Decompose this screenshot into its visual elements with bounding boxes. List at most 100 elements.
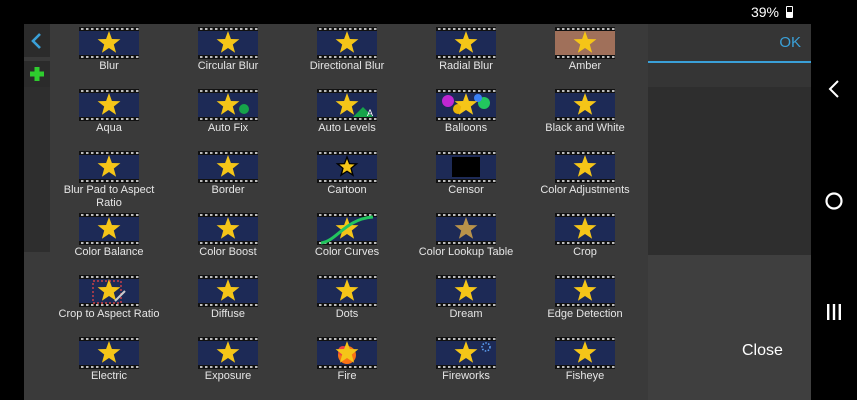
effect-thumbnail xyxy=(79,151,139,183)
effect-thumbnail xyxy=(436,151,496,183)
effect-label: Exposure xyxy=(204,370,252,382)
effect-item[interactable]: Dots xyxy=(288,272,406,334)
right-subheader xyxy=(648,63,811,87)
effect-item[interactable]: Crop xyxy=(526,210,644,272)
effect-label: Color Adjustments xyxy=(540,184,630,196)
effect-label: Amber xyxy=(568,60,602,72)
effect-item[interactable]: Balloons xyxy=(407,86,525,148)
effect-item[interactable]: Diffuse xyxy=(169,272,287,334)
effect-label: Dots xyxy=(335,308,359,320)
effect-thumbnail xyxy=(198,275,258,307)
close-button[interactable]: Close xyxy=(742,342,783,360)
effect-label: Diffuse xyxy=(210,308,246,320)
effect-label: Color Balance xyxy=(74,246,144,258)
effect-thumbnail xyxy=(79,337,139,369)
effect-item[interactable]: Radial Blur xyxy=(407,24,525,86)
effect-item[interactable]: Color Curves xyxy=(288,210,406,272)
svg-text:A: A xyxy=(367,108,373,118)
nav-back-button[interactable] xyxy=(811,69,857,109)
effect-label: Fireworks xyxy=(442,370,490,382)
effect-label: Crop xyxy=(573,246,597,258)
effect-label: Auto Levels xyxy=(318,122,376,134)
effect-item[interactable]: Fisheye xyxy=(526,334,644,396)
effect-label: Balloons xyxy=(444,122,488,134)
effect-item[interactable]: Censor xyxy=(407,148,525,210)
effect-thumbnail xyxy=(317,151,377,183)
back-button[interactable] xyxy=(24,24,50,57)
add-button[interactable] xyxy=(24,61,50,87)
effect-thumbnail: A xyxy=(317,89,377,121)
effect-thumbnail xyxy=(317,337,377,369)
effect-thumbnail xyxy=(317,213,377,245)
effect-item[interactable]: A Auto Levels xyxy=(288,86,406,148)
effect-thumbnail xyxy=(198,151,258,183)
effect-item[interactable]: Circular Blur xyxy=(169,24,287,86)
effect-thumbnail xyxy=(198,27,258,59)
effects-grid: Blur Circular Blur Directional Blur Radial … xyxy=(50,24,648,400)
effect-item[interactable]: Color Lookup Table xyxy=(407,210,525,272)
effect-item[interactable]: Blur Pad to Aspect Ratio xyxy=(50,148,168,210)
effect-label: Color Curves xyxy=(314,246,380,258)
effect-item[interactable]: Exposure xyxy=(169,334,287,396)
effect-thumbnail xyxy=(436,337,496,369)
effect-label: Fire xyxy=(337,370,357,382)
effect-label: Blur Pad to Aspect Ratio xyxy=(63,184,155,209)
effect-item[interactable]: Dream xyxy=(407,272,525,334)
preview-area xyxy=(648,87,811,255)
three-bars-icon xyxy=(827,304,841,320)
effect-item[interactable]: Edge Detection xyxy=(526,272,644,334)
effect-item[interactable]: Crop to Aspect Ratio xyxy=(50,272,168,334)
effect-thumbnail xyxy=(436,27,496,59)
effect-thumbnail xyxy=(436,213,496,245)
effect-label: Cartoon xyxy=(327,184,367,196)
effect-label: Aqua xyxy=(96,122,122,134)
effect-item[interactable]: Border xyxy=(169,148,287,210)
navigation-bar xyxy=(811,24,857,400)
effect-item[interactable]: Blur xyxy=(50,24,168,86)
effect-label: Color Boost xyxy=(199,246,257,258)
effect-item[interactable]: Fireworks xyxy=(407,334,525,396)
effect-label: Auto Fix xyxy=(207,122,249,134)
nav-home-button[interactable] xyxy=(811,181,857,221)
effect-label: Dream xyxy=(449,308,483,320)
left-toolbar xyxy=(24,24,50,400)
effect-thumbnail xyxy=(79,89,139,121)
effect-label: Color Lookup Table xyxy=(418,246,514,258)
effect-thumbnail xyxy=(436,89,496,121)
effect-item[interactable]: Aqua xyxy=(50,86,168,148)
effect-thumbnail xyxy=(555,213,615,245)
effect-label: Electric xyxy=(90,370,128,382)
effect-thumbnail xyxy=(317,275,377,307)
effect-label: Edge Detection xyxy=(547,308,623,320)
ok-button[interactable]: OK xyxy=(779,34,801,51)
effect-item[interactable]: Black and White xyxy=(526,86,644,148)
effect-item[interactable]: Auto Fix xyxy=(169,86,287,148)
circle-icon xyxy=(825,192,843,210)
plus-icon xyxy=(30,67,44,81)
nav-recents-button[interactable] xyxy=(811,292,857,332)
effect-label: Circular Blur xyxy=(197,60,259,72)
effect-item[interactable]: Cartoon xyxy=(288,148,406,210)
effect-label: Directional Blur xyxy=(309,60,385,72)
effect-item[interactable]: Color Adjustments xyxy=(526,148,644,210)
effect-thumbnail xyxy=(555,275,615,307)
effect-thumbnail xyxy=(555,151,615,183)
effect-item[interactable]: Fire xyxy=(288,334,406,396)
effect-label: Censor xyxy=(448,184,484,196)
effect-item[interactable]: Electric xyxy=(50,334,168,396)
effect-label: Radial Blur xyxy=(439,60,493,72)
effect-thumbnail xyxy=(555,27,615,59)
effect-label: Fisheye xyxy=(565,370,605,382)
effect-thumbnail xyxy=(79,275,139,307)
effect-label: Black and White xyxy=(545,122,625,134)
battery-percentage: 39% xyxy=(750,4,779,20)
effect-thumbnail xyxy=(555,337,615,369)
effect-item[interactable]: Color Boost xyxy=(169,210,287,272)
effect-item[interactable]: Color Balance xyxy=(50,210,168,272)
battery-icon xyxy=(786,6,793,18)
effect-label: Blur xyxy=(99,60,119,72)
chevron-left-icon xyxy=(828,80,839,98)
chevron-left-icon xyxy=(31,32,41,49)
effect-item[interactable]: Directional Blur xyxy=(288,24,406,86)
effect-item[interactable]: Amber xyxy=(526,24,644,86)
